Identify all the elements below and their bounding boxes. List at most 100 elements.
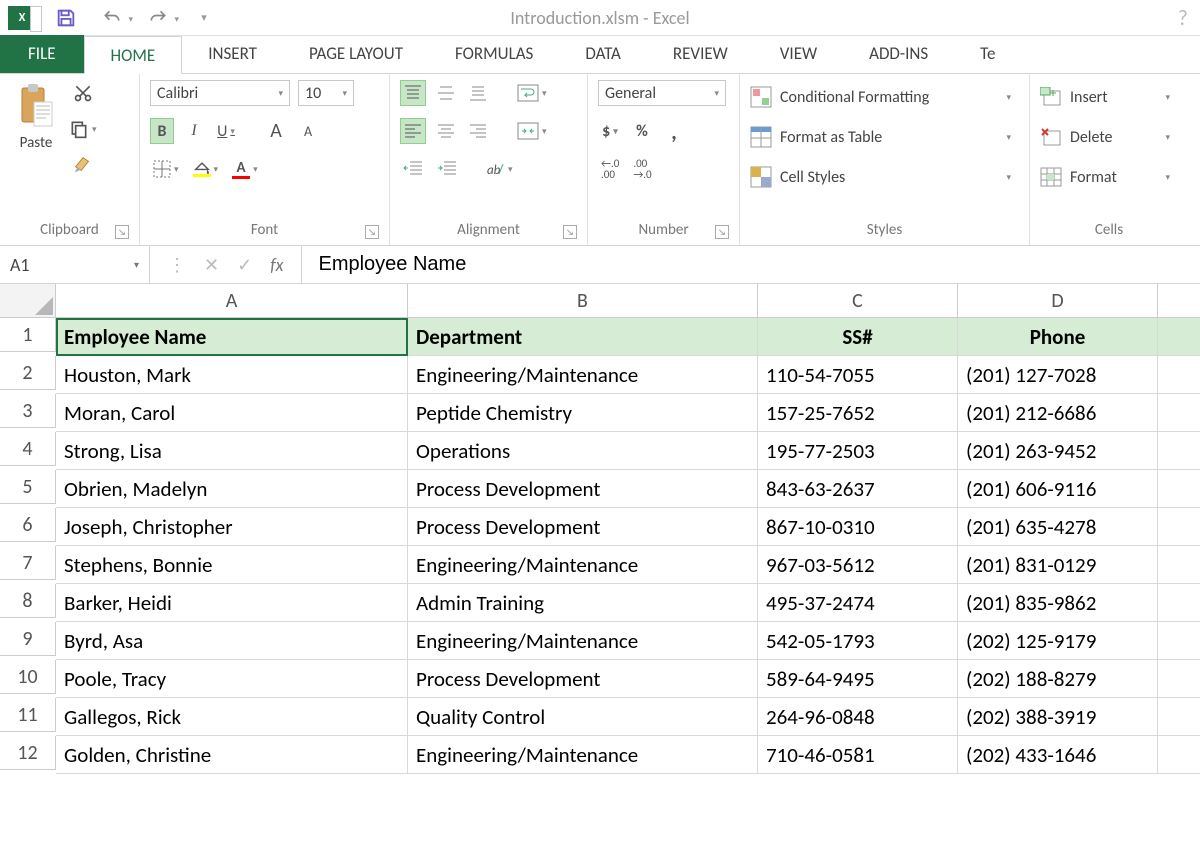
col-header-b[interactable]: B bbox=[408, 284, 758, 318]
increase-font-icon[interactable]: A bbox=[264, 118, 288, 144]
bold-button[interactable]: B bbox=[150, 118, 174, 144]
redo-icon[interactable] bbox=[146, 6, 170, 30]
number-format-combo[interactable]: General▾ bbox=[598, 80, 726, 106]
tab-page-layout[interactable]: PAGE LAYOUT bbox=[283, 35, 429, 73]
cell[interactable] bbox=[1158, 470, 1200, 508]
cell[interactable] bbox=[1158, 660, 1200, 698]
tab-team[interactable]: Te bbox=[954, 35, 1021, 73]
fill-color-button[interactable] bbox=[190, 156, 222, 182]
cell[interactable]: Employee Name bbox=[56, 318, 408, 356]
row-header[interactable]: 1 bbox=[0, 318, 56, 352]
wrap-text-icon[interactable] bbox=[514, 80, 550, 106]
customize-qat-icon[interactable]: ▾ bbox=[192, 6, 216, 30]
decrease-indent-icon[interactable] bbox=[400, 156, 426, 182]
tab-file[interactable]: FILE bbox=[0, 35, 84, 73]
tab-formulas[interactable]: FORMULAS bbox=[429, 35, 559, 73]
paste-button[interactable]: Paste bbox=[10, 80, 62, 154]
cell[interactable]: 867-10-0310 bbox=[758, 508, 958, 546]
tab-addins[interactable]: ADD-INS bbox=[843, 35, 954, 73]
decrease-decimal-icon[interactable]: .00→.0 bbox=[630, 156, 654, 182]
cell[interactable]: 542-05-1793 bbox=[758, 622, 958, 660]
cell[interactable] bbox=[1158, 508, 1200, 546]
align-top-icon[interactable] bbox=[400, 80, 426, 106]
tab-review[interactable]: REVIEW bbox=[647, 35, 754, 73]
cell[interactable]: Engineering/Maintenance bbox=[408, 736, 758, 774]
cell[interactable]: Poole, Tracy bbox=[56, 660, 408, 698]
merge-center-icon[interactable] bbox=[514, 118, 550, 144]
tab-insert[interactable]: INSERT bbox=[182, 35, 283, 73]
cell[interactable]: Byrd, Asa bbox=[56, 622, 408, 660]
cell[interactable] bbox=[1158, 622, 1200, 660]
copy-icon[interactable] bbox=[66, 116, 100, 142]
save-icon[interactable] bbox=[54, 6, 78, 30]
cell[interactable]: (201) 831-0129 bbox=[958, 546, 1158, 584]
cell[interactable] bbox=[1158, 736, 1200, 774]
cell[interactable]: SS# bbox=[758, 318, 958, 356]
col-header-d[interactable]: D bbox=[958, 284, 1158, 318]
align-left-icon[interactable] bbox=[400, 118, 426, 144]
cell[interactable]: Strong, Lisa bbox=[56, 432, 408, 470]
cell[interactable]: (201) 263-9452 bbox=[958, 432, 1158, 470]
percent-button[interactable]: % bbox=[630, 118, 654, 144]
cell[interactable]: 843-63-2637 bbox=[758, 470, 958, 508]
cell[interactable]: (201) 212-6686 bbox=[958, 394, 1158, 432]
col-header-c[interactable]: C bbox=[758, 284, 958, 318]
cell-styles-button[interactable]: Cell Styles ▾ bbox=[750, 160, 1019, 194]
cut-icon[interactable] bbox=[66, 80, 100, 106]
cell[interactable] bbox=[1158, 584, 1200, 622]
cell[interactable]: Golden, Christine bbox=[56, 736, 408, 774]
cell[interactable]: Engineering/Maintenance bbox=[408, 546, 758, 584]
tab-view[interactable]: VIEW bbox=[754, 35, 843, 73]
cancel-formula-icon[interactable]: ✕ bbox=[204, 254, 219, 276]
row-header[interactable]: 6 bbox=[0, 508, 56, 542]
col-header-e[interactable] bbox=[1158, 284, 1200, 318]
comma-style-button[interactable]: , bbox=[662, 118, 686, 144]
delete-cells-button[interactable]: Delete ▾ bbox=[1040, 120, 1178, 154]
cell[interactable] bbox=[1158, 432, 1200, 470]
cell[interactable]: Phone bbox=[958, 318, 1158, 356]
cell[interactable]: Department bbox=[408, 318, 758, 356]
row-header[interactable]: 11 bbox=[0, 698, 56, 732]
align-bottom-icon[interactable] bbox=[466, 80, 490, 106]
worksheet-grid[interactable]: A B C D 1 Employee Name Department SS# P… bbox=[0, 284, 1200, 774]
formula-input[interactable] bbox=[302, 246, 1200, 283]
cell[interactable]: Process Development bbox=[408, 660, 758, 698]
cell[interactable]: 195-77-2503 bbox=[758, 432, 958, 470]
cell[interactable]: Engineering/Maintenance bbox=[408, 622, 758, 660]
cell[interactable]: 495-37-2474 bbox=[758, 584, 958, 622]
cell[interactable]: 110-54-7055 bbox=[758, 356, 958, 394]
cell[interactable]: (201) 635-4278 bbox=[958, 508, 1158, 546]
number-dialog-launcher-icon[interactable]: ↘ bbox=[715, 225, 729, 239]
cell[interactable]: (201) 127-7028 bbox=[958, 356, 1158, 394]
align-right-icon[interactable] bbox=[466, 118, 490, 144]
row-header[interactable]: 8 bbox=[0, 584, 56, 618]
cell[interactable] bbox=[1158, 546, 1200, 584]
fx-icon[interactable]: fx bbox=[270, 254, 283, 276]
cell[interactable]: Engineering/Maintenance bbox=[408, 356, 758, 394]
row-header[interactable]: 9 bbox=[0, 622, 56, 656]
select-all-corner[interactable] bbox=[0, 284, 56, 318]
cell[interactable]: 967-03-5612 bbox=[758, 546, 958, 584]
insert-cells-button[interactable]: Insert ▾ bbox=[1040, 80, 1178, 114]
currency-button[interactable]: $ bbox=[598, 118, 622, 144]
cell[interactable]: Quality Control bbox=[408, 698, 758, 736]
increase-indent-icon[interactable] bbox=[434, 156, 460, 182]
italic-button[interactable]: I bbox=[182, 118, 206, 144]
cell[interactable]: (202) 125-9179 bbox=[958, 622, 1158, 660]
cell[interactable]: Process Development bbox=[408, 508, 758, 546]
font-color-button[interactable]: A bbox=[229, 156, 261, 182]
cell[interactable]: Process Development bbox=[408, 470, 758, 508]
row-header[interactable]: 10 bbox=[0, 660, 56, 694]
cell[interactable] bbox=[1158, 356, 1200, 394]
align-middle-icon[interactable] bbox=[434, 80, 458, 106]
cell[interactable]: (202) 388-3919 bbox=[958, 698, 1158, 736]
font-size-combo[interactable]: 10▾ bbox=[298, 80, 354, 106]
format-painter-icon[interactable] bbox=[66, 152, 100, 178]
undo-icon[interactable] bbox=[100, 6, 124, 30]
cell[interactable]: Gallegos, Rick bbox=[56, 698, 408, 736]
cell[interactable]: Obrien, Madelyn bbox=[56, 470, 408, 508]
row-header[interactable]: 2 bbox=[0, 356, 56, 390]
row-header[interactable]: 12 bbox=[0, 736, 56, 770]
cell[interactable]: (202) 188-8279 bbox=[958, 660, 1158, 698]
alignment-dialog-launcher-icon[interactable]: ↘ bbox=[563, 225, 577, 239]
